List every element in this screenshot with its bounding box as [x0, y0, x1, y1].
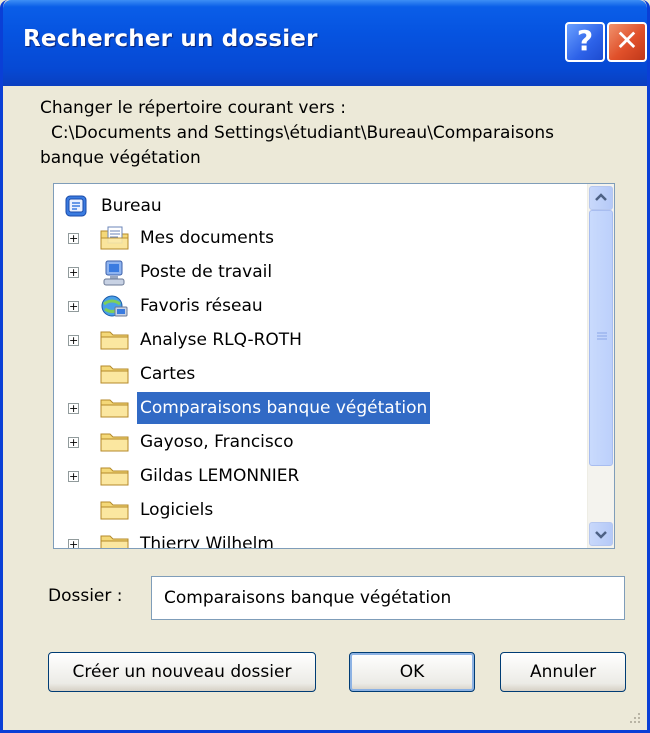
chevron-down-icon: [595, 531, 607, 539]
folder-field-label: Dossier :: [48, 586, 123, 606]
folder-icon: [100, 362, 130, 395]
tree-scrollbar[interactable]: [587, 184, 614, 548]
browse-folder-dialog: Rechercher un dossier ? ✕ Changer le rép…: [0, 0, 650, 733]
window-title: Rechercher un dossier: [23, 26, 318, 52]
scroll-thumb[interactable]: [589, 210, 613, 466]
tree-item-label: Poste de travail: [140, 262, 273, 282]
expand-toggle[interactable]: +: [68, 437, 79, 448]
prompt-path: C:\Documents and Settings\étudiant\Burea…: [51, 123, 554, 143]
folder-icon: [100, 532, 130, 548]
tree-item-label: Comparaisons banque végétation: [137, 392, 431, 424]
network-places-icon: [100, 294, 130, 331]
expand-toggle[interactable]: +: [68, 403, 79, 414]
title-bar[interactable]: Rechercher un dossier ? ✕: [3, 0, 647, 86]
tree-item-label: Cartes: [140, 364, 196, 384]
prompt-path-cont: banque végétation: [40, 148, 201, 168]
my-computer-icon: [100, 260, 130, 297]
folder-tree[interactable]: Bureau + Mes documents + Poste de travail + F…: [53, 183, 615, 549]
folder-icon: [100, 430, 130, 463]
folder-icon: [100, 328, 130, 361]
close-button[interactable]: ✕: [607, 22, 647, 62]
tree-item-label: Thierry Wilhelm: [140, 534, 274, 549]
tree-item-label: Logiciels: [140, 500, 214, 520]
desktop-icon: [65, 195, 87, 217]
tree-item-label: Analyse RLQ-ROTH: [140, 330, 302, 350]
scroll-down-button[interactable]: [589, 522, 613, 546]
resize-grip-icon[interactable]: [627, 710, 641, 724]
expand-toggle[interactable]: +: [68, 471, 79, 482]
my-documents-icon: [100, 226, 130, 261]
prompt-line: Changer le répertoire courant vers :: [40, 98, 346, 118]
expand-toggle[interactable]: +: [68, 335, 79, 346]
grip-icon: [597, 332, 607, 340]
folder-icon: [100, 396, 130, 429]
tree-item-label: Bureau: [101, 196, 162, 216]
dialog-prompt: Changer le répertoire courant vers : C:\…: [40, 96, 640, 171]
expand-toggle[interactable]: +: [68, 539, 79, 548]
cancel-button[interactable]: Annuler: [500, 652, 626, 692]
expand-toggle[interactable]: +: [68, 267, 79, 278]
tree-item-label: Mes documents: [140, 228, 275, 248]
tree-item-label: Gayoso, Francisco: [140, 432, 294, 452]
help-icon: ?: [576, 24, 594, 57]
help-button[interactable]: ?: [565, 22, 605, 62]
ok-button[interactable]: OK: [349, 652, 475, 692]
new-folder-button[interactable]: Créer un nouveau dossier: [48, 652, 316, 692]
scroll-up-button[interactable]: [589, 186, 613, 210]
tree-item-label: Gildas LEMONNIER: [140, 466, 300, 486]
expand-toggle[interactable]: +: [68, 233, 79, 244]
close-icon: ✕: [615, 24, 639, 57]
folder-icon: [100, 464, 130, 497]
expand-toggle[interactable]: +: [68, 301, 79, 312]
folder-icon: [100, 498, 130, 531]
folder-name-input[interactable]: Comparaisons banque végétation: [151, 576, 625, 620]
tree-item-label: Favoris réseau: [140, 296, 263, 316]
chevron-up-icon: [595, 193, 607, 201]
